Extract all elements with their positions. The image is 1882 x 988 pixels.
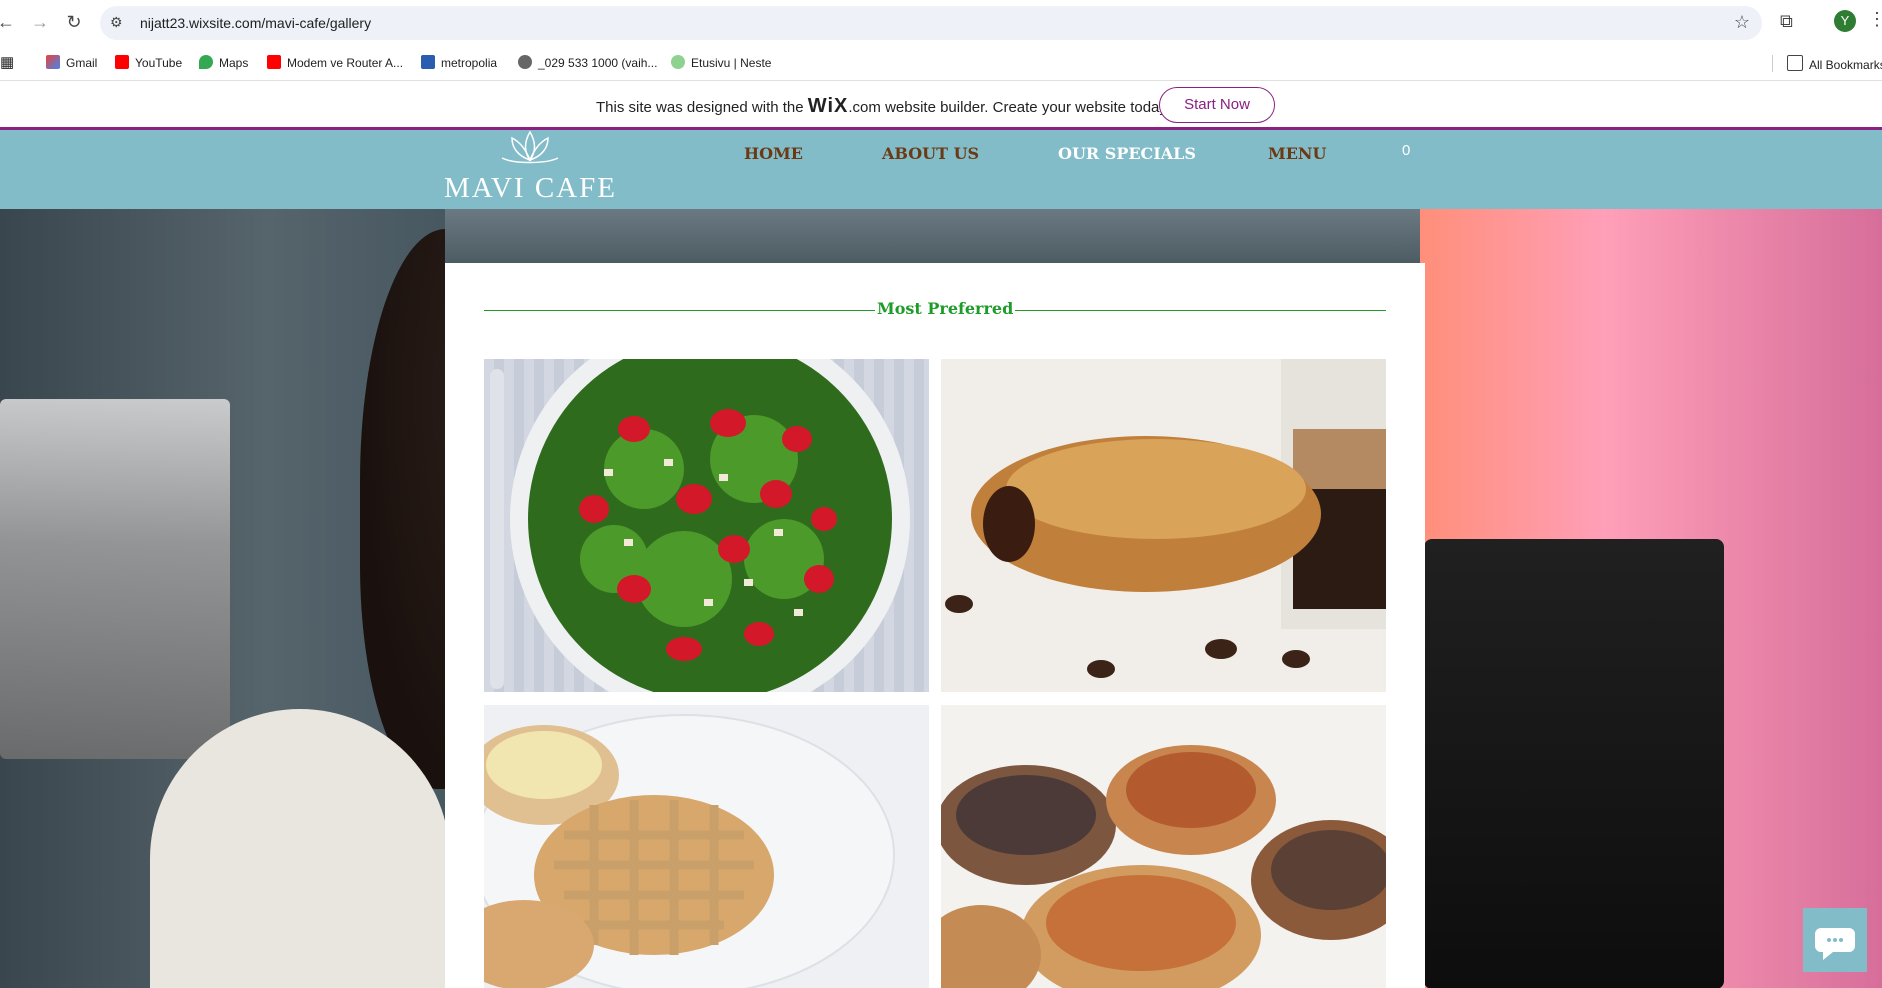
cart-count[interactable]: 0 <box>1402 142 1410 159</box>
lotus-logo-icon <box>501 130 559 164</box>
gallery-title: Most Preferred <box>875 299 1016 318</box>
gallery-panel: Most Preferred <box>445 263 1425 988</box>
apps-grid-icon[interactable]: ▦ <box>0 53 14 71</box>
youtube-icon <box>267 55 281 69</box>
back-icon[interactable]: ← <box>0 10 18 34</box>
forward-icon[interactable]: → <box>28 10 52 34</box>
start-now-button[interactable]: Start Now <box>1159 87 1275 123</box>
wix-promo-banner: This site was designed with the WiX.com … <box>0 81 1882 130</box>
maps-pin-icon <box>199 55 213 69</box>
extensions-icon[interactable]: ⧉ <box>1780 11 1793 32</box>
bookmark-modem[interactable]: Modem ve Router A... <box>267 55 403 70</box>
bookmark-maps[interactable]: Maps <box>199 55 248 70</box>
gallery-image-quiches[interactable] <box>941 705 1386 988</box>
bookmark-metropolia[interactable]: metropolia <box>421 55 497 70</box>
gallery-image-tarts[interactable] <box>484 705 929 988</box>
chat-widget[interactable] <box>1803 908 1867 972</box>
globe-icon <box>518 55 532 69</box>
metropolia-icon <box>421 55 435 69</box>
reload-icon[interactable]: ↻ <box>62 10 86 34</box>
neste-icon <box>671 55 685 69</box>
section-title: Most Preferred <box>445 299 1425 323</box>
wix-logo: WiX <box>807 95 849 117</box>
title-divider-left <box>484 310 884 311</box>
all-bookmarks[interactable]: All Bookmarks <box>1772 55 1882 72</box>
bookmark-gmail[interactable]: Gmail <box>46 55 97 70</box>
nav-home[interactable]: HOME <box>744 144 803 163</box>
bookmarks-bar: ▦ Gmail YouTube Maps Modem ve Router A..… <box>0 46 1882 81</box>
bookmark-youtube[interactable]: YouTube <box>115 55 182 70</box>
bookmark-phone[interactable]: _029 533 1000 (vaih... <box>518 55 657 70</box>
nav-our-specials[interactable]: OUR SPECIALS <box>1058 144 1196 163</box>
browser-menu-icon[interactable]: ⋮ <box>1868 9 1882 30</box>
title-divider-right <box>990 310 1386 311</box>
gallery-image-croissant[interactable] <box>941 359 1386 692</box>
wix-banner-text: This site was designed with the WiX.com … <box>596 95 1170 117</box>
url-text[interactable]: nijatt23.wixsite.com/mavi-cafe/gallery <box>140 15 371 31</box>
nav-menu[interactable]: MENU <box>1268 144 1326 163</box>
bookmark-neste[interactable]: Etusivu | Neste <box>671 55 771 70</box>
bookmark-star-icon[interactable]: ☆ <box>1734 12 1750 33</box>
nav-about-us[interactable]: ABOUT US <box>882 144 979 163</box>
profile-avatar[interactable]: Y <box>1834 10 1856 32</box>
bg-espresso-machine <box>0 399 230 759</box>
browser-toolbar: ← → ↻ ⚙ nijatt23.wixsite.com/mavi-cafe/g… <box>0 0 1882 46</box>
site-header: MAVI CAFE HOME ABOUT US OUR SPECIALS MEN… <box>0 130 1882 209</box>
youtube-icon <box>115 55 129 69</box>
bg-coffee-brewer <box>1424 539 1724 988</box>
address-bar[interactable]: ⚙ nijatt23.wixsite.com/mavi-cafe/gallery… <box>100 6 1762 40</box>
site-info-icon[interactable]: ⚙ <box>110 14 123 31</box>
folder-icon <box>1787 55 1803 71</box>
gallery-image-salad[interactable] <box>484 359 929 692</box>
site-logo[interactable]: MAVI CAFE <box>444 172 617 205</box>
gmail-icon <box>46 55 60 69</box>
bg-top-shelf <box>445 209 1425 269</box>
chat-bubble-icon <box>1815 928 1855 960</box>
